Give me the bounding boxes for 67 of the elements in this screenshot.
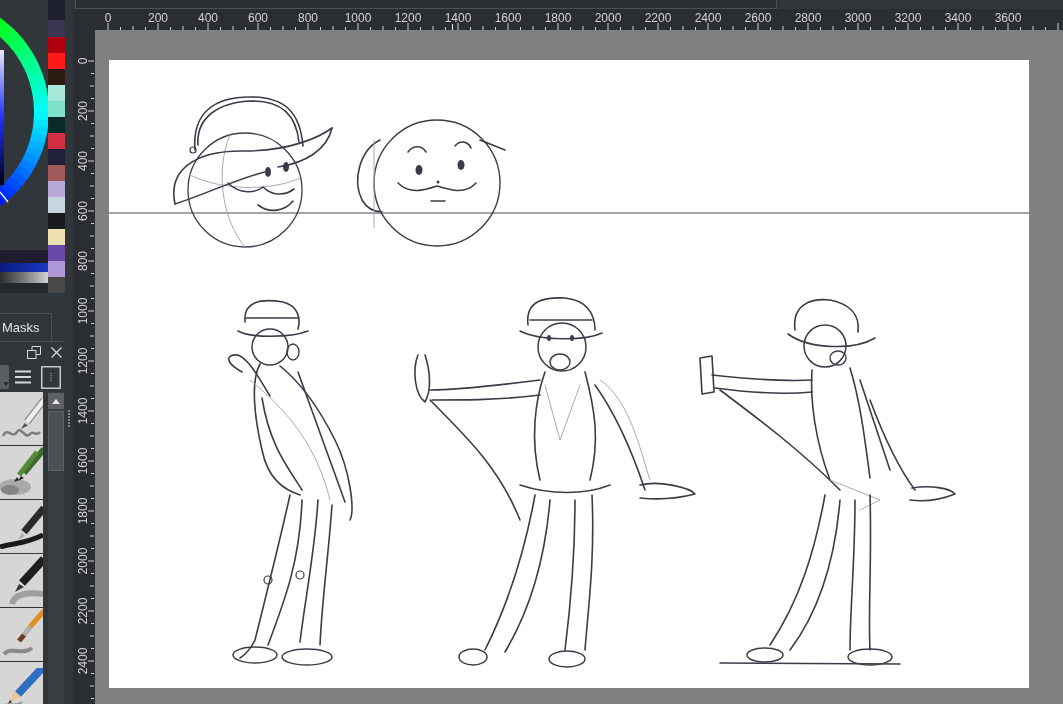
palette-swatch[interactable]	[48, 20, 65, 37]
palette-swatch[interactable]	[48, 261, 65, 277]
drawing-canvas[interactable]	[109, 60, 1029, 688]
ruler-label: 3200	[894, 12, 922, 24]
palette-swatch[interactable]	[48, 149, 65, 165]
palette-swatch[interactable]	[48, 117, 65, 133]
palette-swatch[interactable]	[48, 181, 65, 197]
palette-swatch[interactable]	[48, 0, 65, 20]
ruler-label: 1400	[444, 12, 472, 24]
brush-preset[interactable]	[0, 500, 43, 553]
color-strip[interactable]	[0, 283, 48, 293]
ruler-label: 800	[298, 12, 318, 24]
palette-swatch[interactable]	[48, 69, 65, 85]
palette-swatch[interactable]	[48, 197, 65, 213]
scrollbar-thumb[interactable]	[48, 411, 64, 471]
caret-icon	[3, 382, 9, 386]
dropdown[interactable]	[0, 365, 9, 389]
overlapping-squares-icon[interactable]	[27, 345, 41, 359]
ruler-label: 2800	[794, 12, 822, 24]
scroll-up-button[interactable]	[48, 393, 64, 409]
ruler-label: 400	[77, 151, 89, 171]
ruler-label: 800	[77, 251, 89, 271]
ruler-label: 200	[77, 101, 89, 121]
palette-swatch[interactable]	[48, 213, 65, 229]
dotted-frame-icon[interactable]	[41, 365, 61, 389]
ruler-label: 2000	[77, 547, 89, 575]
palette-swatch[interactable]	[48, 277, 65, 293]
ruler-label: 600	[77, 201, 89, 221]
ruler-label: 1200	[77, 347, 89, 375]
triangle-up-icon	[52, 398, 60, 404]
palette-swatch[interactable]	[48, 229, 65, 245]
palette-swatch[interactable]	[48, 245, 65, 261]
ruler-label: 3400	[944, 12, 972, 24]
ruler-label: 1600	[77, 447, 89, 475]
ruler-label: 1800	[544, 12, 572, 24]
ruler-label: 600	[248, 12, 268, 24]
ruler-label: 0	[104, 12, 112, 24]
ruler-label: 1600	[494, 12, 522, 24]
ruler-label: 1000	[77, 297, 89, 325]
color-strip[interactable]	[0, 250, 48, 263]
ruler-label: 3600	[994, 12, 1022, 24]
palette-swatch[interactable]	[48, 53, 65, 69]
ruler-label: 1800	[77, 497, 89, 525]
ruler-label: 400	[198, 12, 218, 24]
ruler-label: 2400	[694, 12, 722, 24]
cursor-marker	[452, 24, 453, 30]
close-icon[interactable]	[51, 346, 62, 358]
ruler-label: 2400	[77, 647, 89, 675]
ruler-label: 2600	[744, 12, 772, 24]
ruler-label: 2200	[77, 597, 89, 625]
ruler-label: 2000	[594, 12, 622, 24]
ruler-label: 0	[77, 57, 89, 65]
brush-preset[interactable]	[0, 554, 43, 607]
palette-swatch[interactable]	[48, 133, 65, 149]
palette-swatch[interactable]	[48, 165, 65, 181]
ruler-label: 200	[148, 12, 168, 24]
menu-icon[interactable]	[15, 370, 31, 384]
ruler-label: 1200	[394, 12, 422, 24]
docker-tab[interactable]: Masks	[0, 313, 52, 341]
gradient-strip[interactable]	[0, 272, 48, 283]
ruler-label: 3000	[844, 12, 872, 24]
palette-swatch[interactable]	[48, 37, 65, 53]
ruler-label: 1400	[77, 397, 89, 425]
palette-swatch[interactable]	[48, 85, 65, 101]
palette-swatch[interactable]	[48, 101, 65, 117]
ruler-label: 1000	[344, 12, 372, 24]
ruler-label: 2200	[644, 12, 672, 24]
